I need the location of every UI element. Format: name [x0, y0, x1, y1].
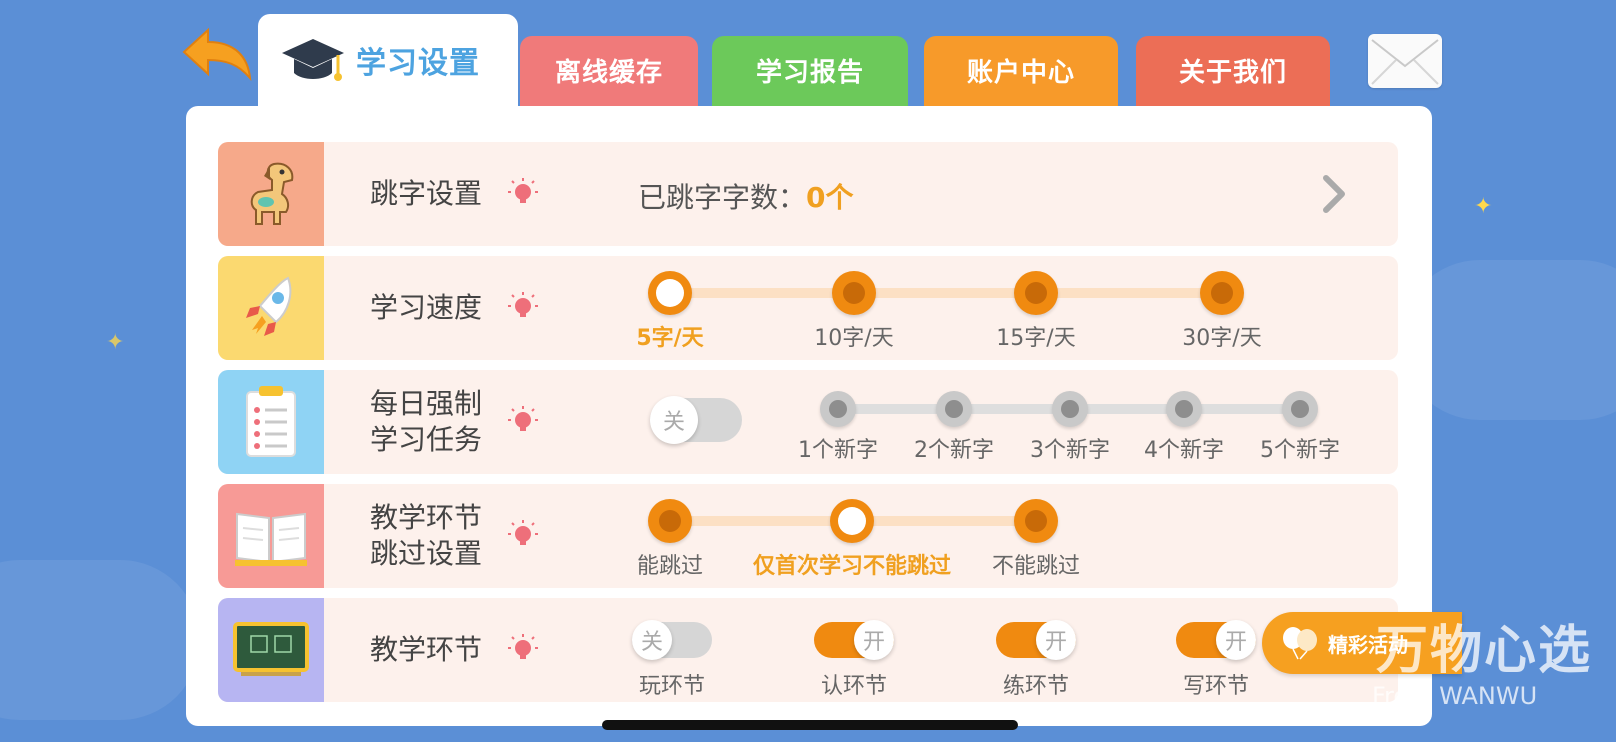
write-step-toggle[interactable]: 开 — [1176, 620, 1256, 660]
balloons-icon — [1283, 627, 1317, 660]
speed-label: 30字/天 — [1182, 326, 1262, 351]
row-label: 教学环节 跳过设置 — [370, 484, 482, 588]
speed-option-5[interactable] — [648, 271, 692, 315]
toggle-knob: 关 — [632, 620, 672, 660]
row-label: 跳字设置 — [370, 176, 483, 210]
daily-task-option-1[interactable] — [820, 391, 856, 427]
row-label-line: 跳过设置 — [370, 537, 483, 570]
speed-label: 10字/天 — [814, 326, 894, 351]
lightbulb-icon[interactable] — [508, 520, 538, 550]
speed-slider-track — [678, 288, 1228, 298]
row-label-line: 每日强制 — [370, 386, 483, 420]
skip-steps-option-can-skip[interactable] — [648, 499, 692, 543]
row-study-speed: 学习速度 5字/天 10字/天 15字/天 30字/天 — [218, 256, 1398, 360]
row-label: 每日强制 学习任务 — [370, 370, 482, 474]
tab-study-report[interactable]: 学习报告 — [712, 36, 908, 108]
speed-label: 5字/天 — [636, 326, 704, 351]
speed-label: 15字/天 — [996, 326, 1076, 351]
watermark-subtitle: From WANWU — [1372, 682, 1538, 710]
skip-steps-label: 能跳过 — [636, 554, 704, 579]
toggle-knob: 开 — [1216, 620, 1256, 660]
row-label: 教学环节 — [370, 632, 483, 666]
daily-task-label: 4个新字 — [1144, 438, 1224, 463]
mail-button[interactable] — [1368, 34, 1442, 88]
play-step-toggle[interactable]: 关 — [632, 620, 712, 660]
sparkle-icon: ✦ — [106, 330, 125, 355]
clipboard-icon — [218, 370, 324, 474]
toggle-knob: 关 — [650, 396, 698, 444]
graduation-cap-icon — [282, 39, 344, 81]
row-label-line: 学习任务 — [370, 423, 483, 456]
row-label-line: 教学环节 — [370, 500, 483, 534]
home-indicator[interactable] — [602, 720, 1018, 730]
daily-task-label: 5个新字 — [1260, 438, 1340, 463]
sparkle-icon: ✦ — [1474, 194, 1493, 219]
speed-option-10[interactable] — [832, 271, 876, 315]
tab-label: 关于我们 — [1178, 57, 1287, 88]
skipped-count: 已跳字字数：0个 — [638, 176, 854, 216]
daily-task-label: 1个新字 — [798, 438, 878, 463]
row-skip-steps: 教学环节 跳过设置 能跳过 仅首次学习不能跳过 不能跳过 — [218, 484, 1398, 588]
daily-task-toggle[interactable]: 关 — [650, 396, 742, 444]
practice-step-toggle[interactable]: 开 — [996, 620, 1076, 660]
horse-icon — [218, 142, 324, 246]
step-label: 写环节 — [1182, 674, 1250, 699]
row-skip-words[interactable]: 跳字设置 已跳字字数：0个 — [218, 142, 1398, 246]
recognize-step-toggle[interactable]: 开 — [814, 620, 894, 660]
settings-panel: 跳字设置 已跳字字数：0个 学习速度 5字/天 10字/天 15字/天 30字/… — [186, 106, 1432, 726]
row-daily-task: 每日强制 学习任务 关 1个新字 2个新字 3个新字 4个新字 5个新字 — [218, 370, 1398, 474]
daily-task-option-5[interactable] — [1282, 391, 1318, 427]
tab-label: 账户中心 — [966, 57, 1075, 88]
speed-option-15[interactable] — [1014, 271, 1058, 315]
skipped-count-value: 0个 — [806, 181, 854, 214]
tab-label: 学习设置 — [356, 46, 480, 81]
daily-task-option-4[interactable] — [1166, 391, 1202, 427]
row-teaching-steps: 教学环节 关 玩环节 开 认环节 开 练环节 开 写环节 — [218, 598, 1398, 702]
tab-label: 学习报告 — [755, 57, 864, 88]
daily-task-option-2[interactable] — [936, 391, 972, 427]
step-label: 练环节 — [1002, 674, 1070, 699]
toggle-knob: 开 — [854, 620, 894, 660]
lightbulb-icon[interactable] — [508, 178, 538, 208]
tab-about-us[interactable]: 关于我们 — [1136, 36, 1330, 108]
chalkboard-icon — [218, 598, 324, 702]
lightbulb-icon[interactable] — [508, 406, 538, 436]
daily-task-label: 3个新字 — [1030, 438, 1110, 463]
tab-account-center[interactable]: 账户中心 — [924, 36, 1118, 108]
tab-label: 离线缓存 — [554, 57, 663, 88]
lightbulb-icon[interactable] — [508, 292, 538, 322]
step-label: 认环节 — [820, 674, 888, 699]
lightbulb-icon[interactable] — [508, 634, 538, 664]
chevron-right-icon[interactable] — [1320, 172, 1348, 216]
toggle-knob: 开 — [1036, 620, 1076, 660]
row-label: 学习速度 — [370, 290, 483, 324]
watermark-logo: 万物心选 — [1376, 621, 1593, 681]
rocket-icon — [218, 256, 324, 360]
back-arrow-icon[interactable] — [178, 24, 258, 84]
skipped-count-label: 已跳字字数： — [638, 181, 807, 214]
book-icon — [218, 484, 324, 588]
skip-steps-option-cannot-skip[interactable] — [1014, 499, 1058, 543]
tab-offline-cache[interactable]: 离线缓存 — [520, 36, 698, 108]
background-cloud — [1400, 260, 1616, 420]
skip-steps-label: 仅首次学习不能跳过 — [752, 554, 952, 579]
tab-study-settings[interactable]: 学习设置 — [258, 14, 518, 110]
daily-task-option-3[interactable] — [1052, 391, 1088, 427]
envelope-icon — [1371, 39, 1439, 85]
skip-steps-label: 不能跳过 — [991, 554, 1081, 579]
daily-task-label: 2个新字 — [914, 438, 994, 463]
step-label: 玩环节 — [638, 674, 706, 699]
background-cloud — [0, 560, 200, 720]
skip-steps-option-first-time[interactable] — [830, 499, 874, 543]
speed-option-30[interactable] — [1200, 271, 1244, 315]
